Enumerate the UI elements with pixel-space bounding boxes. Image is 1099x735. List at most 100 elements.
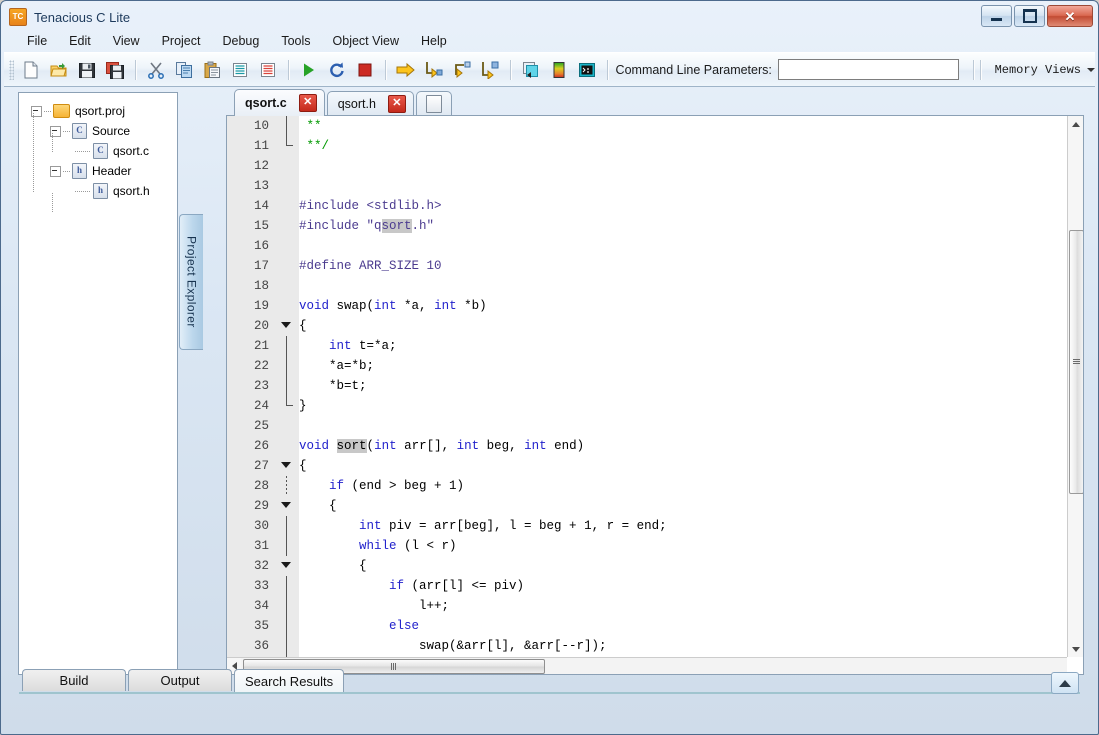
code-line[interactable]: 15 #include "qsort.h" [227, 216, 1067, 236]
fold-gutter[interactable] [275, 156, 299, 176]
fold-gutter[interactable] [275, 316, 299, 336]
code-line[interactable]: 20 { [227, 316, 1067, 336]
fold-gutter[interactable] [275, 216, 299, 236]
code-line[interactable]: 29 { [227, 496, 1067, 516]
tree-item-qsort-c[interactable]: C qsort.c [23, 141, 173, 161]
fold-collapse-icon[interactable] [281, 462, 291, 468]
code-line[interactable]: 26 void sort(int arr[], int beg, int end… [227, 436, 1067, 456]
menu-tools[interactable]: Tools [270, 32, 321, 50]
code-line[interactable]: 24 } [227, 396, 1067, 416]
minimize-button[interactable] [981, 5, 1012, 27]
menu-view[interactable]: View [102, 32, 151, 50]
watch-window-button[interactable] [518, 57, 544, 83]
close-button[interactable]: ✕ [1047, 5, 1093, 27]
code-line[interactable]: 35 else [227, 616, 1067, 636]
fold-gutter[interactable] [275, 116, 299, 136]
code-line[interactable]: 16 [227, 236, 1067, 256]
fold-gutter[interactable] [275, 496, 299, 516]
fold-collapse-icon[interactable] [281, 322, 291, 328]
code-line[interactable]: 10 ** [227, 116, 1067, 136]
fold-gutter[interactable] [275, 436, 299, 456]
fold-gutter[interactable] [275, 236, 299, 256]
open-file-button[interactable] [46, 57, 72, 83]
bottom-tab-build[interactable]: Build [22, 669, 126, 691]
console-button[interactable] [574, 57, 600, 83]
code-line[interactable]: 17 #define ARR_SIZE 10 [227, 256, 1067, 276]
fold-gutter[interactable] [275, 176, 299, 196]
stop-button[interactable] [352, 57, 378, 83]
code-area[interactable]: 10 ** 11 **/ 12 13 14 #include <stdlib.h… [227, 116, 1067, 657]
fold-collapse-icon[interactable] [281, 562, 291, 568]
fold-gutter[interactable] [275, 196, 299, 216]
fold-gutter[interactable] [275, 596, 299, 616]
panel-expand-button[interactable] [1051, 672, 1079, 694]
code-line[interactable]: 18 [227, 276, 1067, 296]
step-over-button[interactable] [393, 57, 419, 83]
code-line[interactable]: 19 void swap(int *a, int *b) [227, 296, 1067, 316]
fold-gutter[interactable] [275, 416, 299, 436]
new-file-button[interactable] [18, 57, 44, 83]
run-button[interactable] [296, 57, 322, 83]
run-to-cursor-button[interactable] [477, 57, 503, 83]
code-line[interactable]: 14 #include <stdlib.h> [227, 196, 1067, 216]
restart-button[interactable] [324, 57, 350, 83]
code-line[interactable]: 25 [227, 416, 1067, 436]
step-into-button[interactable] [421, 57, 447, 83]
fold-gutter[interactable] [275, 536, 299, 556]
fold-gutter[interactable] [275, 356, 299, 376]
tree-item-qsort-h[interactable]: h qsort.h [23, 181, 173, 201]
code-line[interactable]: 12 [227, 156, 1067, 176]
menu-edit[interactable]: Edit [58, 32, 102, 50]
code-line[interactable]: 36 swap(&arr[l], &arr[--r]); [227, 636, 1067, 656]
command-line-input[interactable] [777, 59, 959, 80]
scroll-up-button[interactable] [1068, 116, 1083, 132]
maximize-button[interactable] [1014, 5, 1045, 27]
code-line[interactable]: 22 *a=*b; [227, 356, 1067, 376]
code-line[interactable]: 11 **/ [227, 136, 1067, 156]
editor-tab-qsort-h[interactable]: qsort.h ✕ [326, 91, 414, 116]
code-line[interactable]: 21 int t=*a; [227, 336, 1067, 356]
scroll-down-button[interactable] [1068, 641, 1083, 657]
toolbar-grip[interactable] [9, 59, 14, 80]
fold-gutter[interactable] [275, 456, 299, 476]
fold-gutter[interactable] [275, 276, 299, 296]
comment-lines-button[interactable] [255, 57, 281, 83]
vertical-scroll-thumb[interactable] [1069, 230, 1083, 494]
paste-button[interactable] [199, 57, 225, 83]
step-out-button[interactable] [449, 57, 475, 83]
fold-gutter[interactable] [275, 376, 299, 396]
code-line[interactable]: 28 if (end > beg + 1) [227, 476, 1067, 496]
tree-expander-icon[interactable] [50, 165, 61, 177]
fold-gutter[interactable] [275, 636, 299, 656]
code-line[interactable]: 23 *b=t; [227, 376, 1067, 396]
menu-file[interactable]: File [16, 32, 58, 50]
fold-gutter[interactable] [275, 576, 299, 596]
menu-debug[interactable]: Debug [211, 32, 270, 50]
menu-project[interactable]: Project [151, 32, 212, 50]
fold-gutter[interactable] [275, 616, 299, 636]
fold-gutter[interactable] [275, 336, 299, 356]
close-tab-icon[interactable]: ✕ [298, 94, 317, 112]
menu-object-view[interactable]: Object View [322, 32, 410, 50]
save-all-button[interactable] [102, 57, 128, 83]
save-button[interactable] [74, 57, 100, 83]
memory-view-button[interactable] [546, 57, 572, 83]
fold-gutter[interactable] [275, 256, 299, 276]
copy-button[interactable] [171, 57, 197, 83]
editor-tab-new-document[interactable] [415, 91, 452, 116]
tree-item-qsort-proj[interactable]: qsort.proj [23, 101, 173, 121]
code-line[interactable]: 13 [227, 176, 1067, 196]
tree-item-header[interactable]: h Header [23, 161, 173, 181]
bottom-tab-search-results[interactable]: Search Results [234, 669, 345, 693]
code-line[interactable]: 34 l++; [227, 596, 1067, 616]
fold-gutter[interactable] [275, 476, 299, 496]
menu-help[interactable]: Help [410, 32, 458, 50]
fold-gutter[interactable] [275, 516, 299, 536]
close-tab-icon[interactable]: ✕ [387, 95, 406, 113]
code-line[interactable]: 27 { [227, 456, 1067, 476]
code-line[interactable]: 30 int piv = arr[beg], l = beg + 1, r = … [227, 516, 1067, 536]
fold-gutter[interactable] [275, 396, 299, 416]
code-line[interactable]: 32 { [227, 556, 1067, 576]
code-line[interactable]: 31 while (l < r) [227, 536, 1067, 556]
editor-vertical-scrollbar[interactable] [1067, 116, 1083, 657]
